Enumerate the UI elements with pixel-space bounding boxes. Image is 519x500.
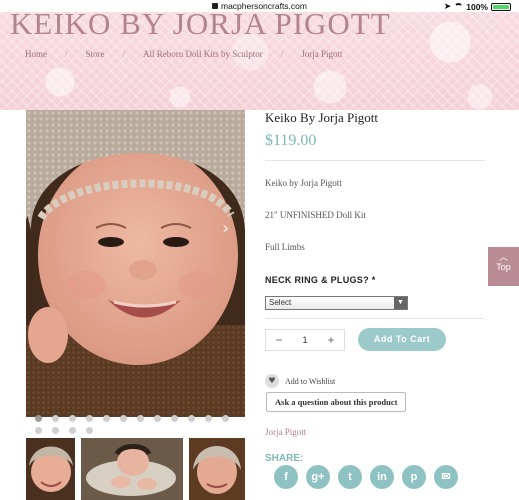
carousel-dot[interactable] (154, 415, 161, 422)
carousel-dot[interactable] (120, 415, 127, 422)
carousel-dot[interactable] (188, 415, 195, 422)
thumbnail-2-image (81, 438, 183, 500)
add-to-wishlist-link[interactable]: ♥ Add to Wishlist (265, 374, 335, 388)
divider (265, 318, 485, 319)
description-line-2: 21" UNFINISHED Doll Kit (265, 210, 366, 220)
carousel-dot[interactable] (222, 415, 229, 422)
thumbnail-1-image (26, 438, 75, 500)
breadcrumb-store[interactable]: Store (86, 49, 105, 59)
location-arrow-icon: ➤ (443, 1, 452, 11)
carousel-dot[interactable] (86, 427, 93, 434)
product-main-image[interactable] (26, 110, 245, 417)
url-text: macphersoncrafts.com (221, 1, 307, 11)
thumbnail-strip (26, 438, 245, 500)
caret-up-icon: ︿ (498, 252, 508, 262)
email-icon[interactable]: ✉ (434, 465, 458, 489)
status-icons: ➤ 100% (444, 1, 511, 12)
thumbnail-3-image (189, 438, 245, 500)
chevron-down-icon: ▼ (394, 297, 407, 309)
carousel-dots (35, 415, 245, 439)
thumbnail-2[interactable] (81, 438, 183, 500)
ios-status-bar: macphersoncrafts.com ➤ 100% (0, 0, 519, 12)
pinterest-icon[interactable]: p (402, 465, 426, 489)
lock-icon (212, 3, 218, 9)
breadcrumb-separator: / (65, 49, 68, 59)
breadcrumb-separator: / (280, 49, 284, 59)
social-share-icons: f g+ t in p ✉ (274, 465, 458, 489)
carousel-dot[interactable] (205, 415, 212, 422)
breadcrumb-separator: / (122, 49, 126, 59)
carousel-dot[interactable] (35, 415, 42, 422)
carousel-dot[interactable] (137, 415, 144, 422)
divider (265, 160, 485, 161)
linkedin-icon[interactable]: in (370, 465, 394, 489)
share-label: SHARE: (265, 453, 304, 464)
header-banner: KEIKO BY JORJA PIGOTT Home / Store / All… (0, 6, 519, 110)
carousel-dot[interactable] (103, 415, 110, 422)
carousel-dot[interactable] (69, 415, 76, 422)
sculptor-link[interactable]: Jorja Pigott (265, 427, 306, 437)
description-line-3: Full Limbs (265, 242, 305, 252)
thumbnail-1[interactable] (26, 438, 75, 500)
breadcrumb-current[interactable]: Jorja Pigott (301, 49, 342, 59)
select-value: Select (269, 298, 292, 307)
wishlist-label: Add to Wishlist (285, 376, 336, 386)
battery-percent: 100% (466, 1, 488, 12)
twitter-icon[interactable]: t (338, 465, 362, 489)
breadcrumb-sculptor-kits[interactable]: All Reborn Doll Kits by Sculptor (143, 49, 263, 59)
product-title: Keiko By Jorja Pigott (265, 110, 379, 125)
doll-photo (26, 110, 245, 417)
address-bar[interactable]: macphersoncrafts.com (0, 1, 519, 11)
add-to-cart-button[interactable]: Add To Cart (358, 328, 446, 351)
ask-question-button[interactable]: Ask a question about this product (266, 392, 407, 412)
neck-ring-select[interactable]: Select ▼ (265, 296, 408, 310)
quantity-input[interactable]: 1 (292, 335, 318, 345)
battery-icon (491, 2, 511, 11)
back-to-top-label: Top (496, 262, 511, 272)
description-line-1: Keiko by Jorja Pigott (265, 178, 342, 188)
carousel-dot[interactable] (86, 415, 93, 422)
heart-icon: ♥ (265, 374, 279, 388)
back-to-top-button[interactable]: ︿ Top (488, 247, 519, 286)
carousel-dot[interactable] (52, 415, 59, 422)
breadcrumb: Home / Store / All Reborn Doll Kits by S… (25, 49, 343, 59)
carousel-dot[interactable] (35, 427, 42, 434)
breadcrumb-home[interactable]: Home (25, 49, 47, 59)
quantity-stepper: − 1 + (265, 329, 345, 351)
neck-ring-option-label: NECK RING & PLUGS? * (265, 275, 376, 285)
google-plus-icon[interactable]: g+ (306, 465, 330, 489)
carousel-dot[interactable] (69, 427, 76, 434)
carousel-dot[interactable] (52, 427, 59, 434)
thumbnail-3[interactable] (189, 438, 245, 500)
facebook-icon[interactable]: f (274, 465, 298, 489)
product-price: $119.00 (265, 132, 317, 149)
carousel-next-arrow[interactable]: › (222, 218, 229, 239)
wifi-icon (454, 3, 464, 10)
carousel-dot[interactable] (171, 415, 178, 422)
decrement-button[interactable]: − (266, 333, 292, 347)
product-details: Keiko By Jorja Pigott $119.00 Keiko by J… (265, 110, 485, 464)
increment-button[interactable]: + (318, 333, 344, 347)
